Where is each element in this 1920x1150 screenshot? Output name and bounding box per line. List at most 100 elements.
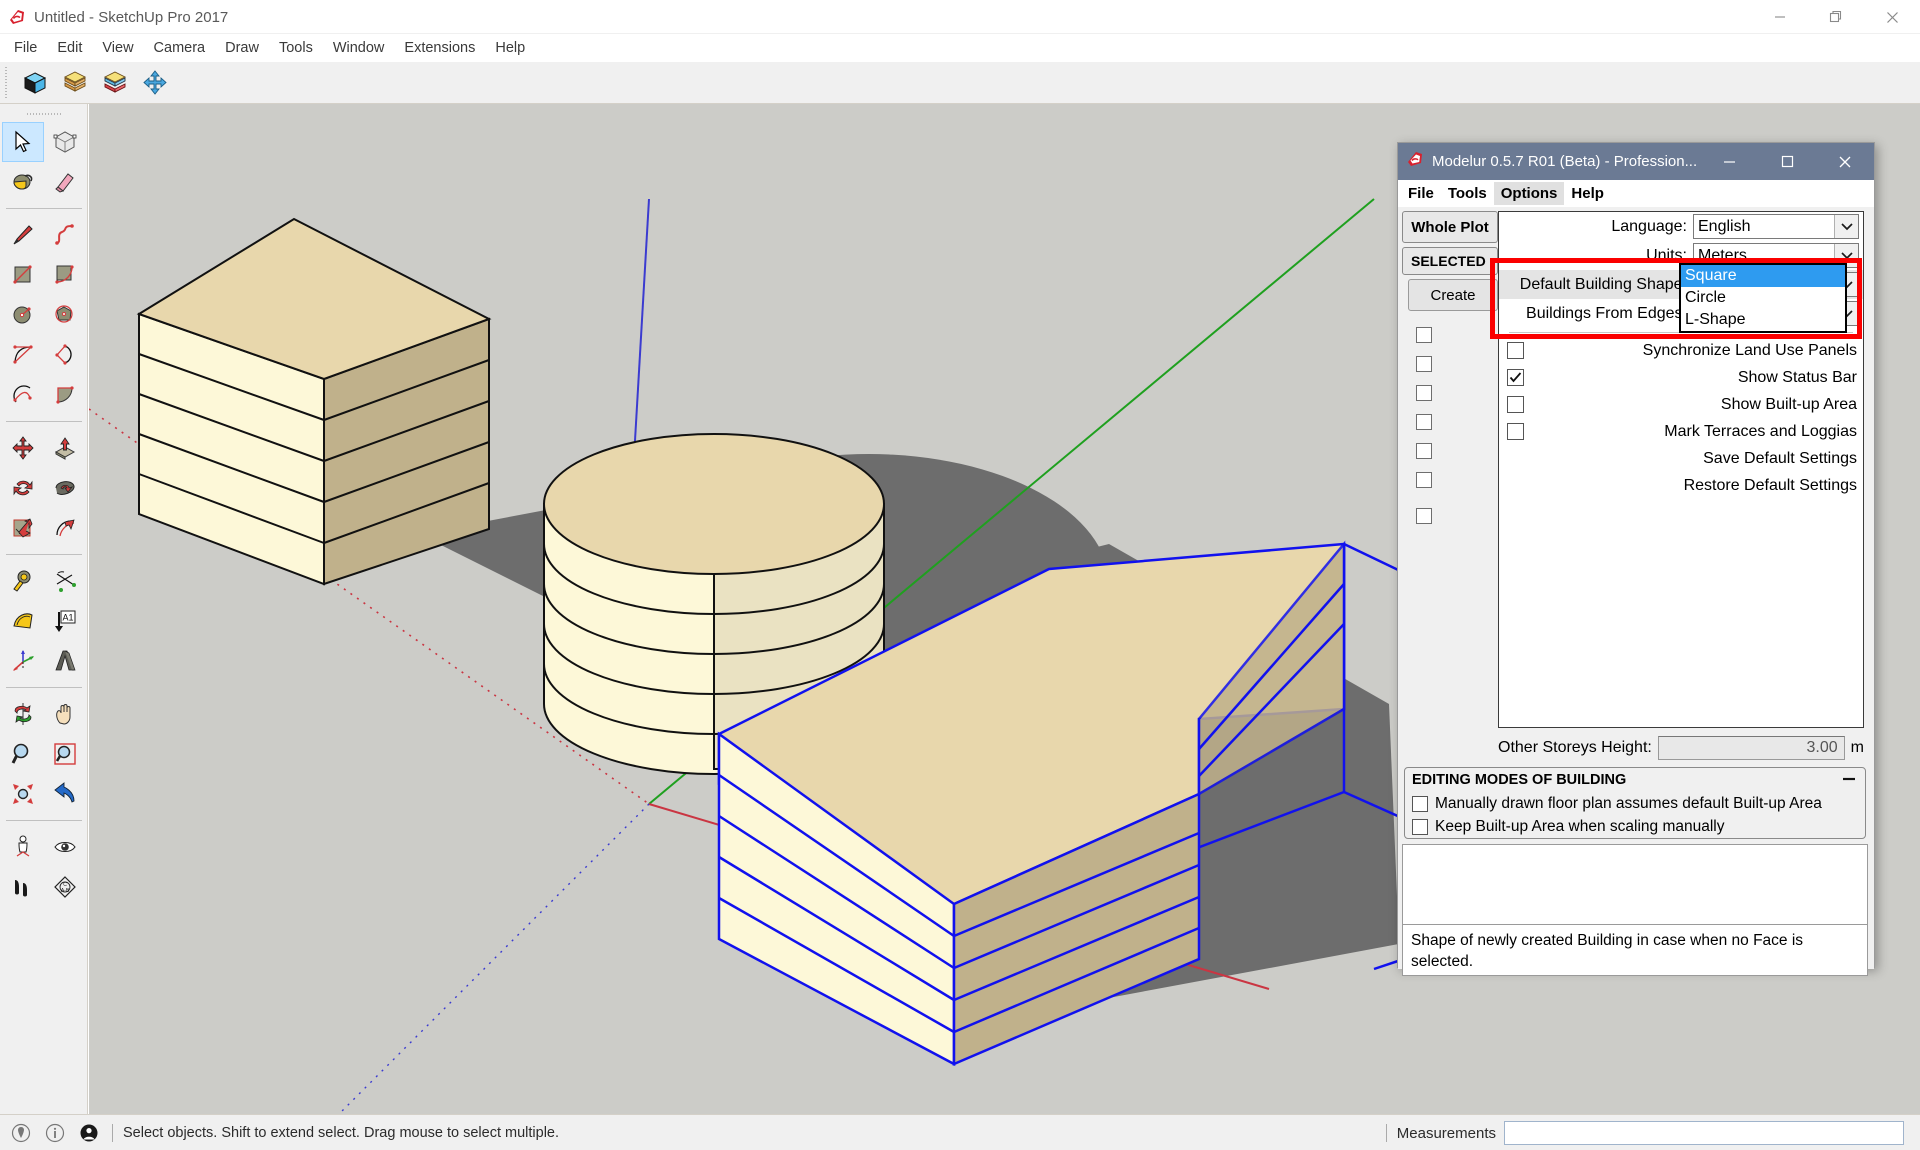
zoom-window-icon[interactable] xyxy=(44,734,86,774)
make-component-icon[interactable] xyxy=(44,122,86,162)
modelur-model-icon[interactable] xyxy=(15,65,55,101)
menu-help[interactable]: Help xyxy=(485,37,535,59)
zoom-extents-icon[interactable] xyxy=(2,774,44,814)
dimension-tool-icon[interactable] xyxy=(2,601,44,641)
tape-measure-icon[interactable] xyxy=(2,561,44,601)
scale-tool-icon[interactable] xyxy=(2,508,44,548)
keep-built-up-area-checkbox[interactable] xyxy=(1412,818,1428,835)
menu-file[interactable]: File xyxy=(4,37,47,59)
axes-tool-icon[interactable] xyxy=(2,641,44,681)
show-built-up-area-row[interactable]: Show Built-up Area xyxy=(1499,391,1863,418)
circle-tool-icon[interactable] xyxy=(2,295,44,335)
show-built-up-area-checkbox[interactable] xyxy=(1507,396,1524,413)
protractor-icon[interactable] xyxy=(44,561,86,601)
close-button[interactable] xyxy=(1864,0,1920,34)
menu-window[interactable]: Window xyxy=(323,37,395,59)
dropdown-option-circle[interactable]: Circle xyxy=(1681,287,1845,309)
rotated-rectangle-icon[interactable] xyxy=(44,255,86,295)
keep-built-up-area-row[interactable]: Keep Built-up Area when scaling manually xyxy=(1405,815,1865,838)
info-icon[interactable] xyxy=(42,1120,68,1146)
look-around-icon[interactable] xyxy=(44,827,86,867)
dropdown-option-square[interactable]: Square xyxy=(1681,265,1845,287)
synchronize-land-use-row[interactable]: Synchronize Land Use Panels xyxy=(1499,337,1863,364)
editing-modes-header[interactable]: EDITING MODES OF BUILDING xyxy=(1405,768,1865,792)
text-tool-icon[interactable]: A1 xyxy=(44,601,86,641)
dialog-menu-tools[interactable]: Tools xyxy=(1441,182,1494,205)
polygon-tool-icon[interactable] xyxy=(44,295,86,335)
modelur-land-use-icon[interactable] xyxy=(95,65,135,101)
measurements-input[interactable] xyxy=(1504,1121,1904,1145)
freehand-tool-icon[interactable] xyxy=(44,215,86,255)
hidden-checkbox-2[interactable] xyxy=(1416,356,1432,372)
rotate-tool-icon[interactable] xyxy=(2,468,44,508)
hidden-checkbox-6[interactable] xyxy=(1416,472,1432,488)
mark-terraces-row[interactable]: Mark Terraces and Loggias xyxy=(1499,418,1863,445)
dialog-maximize-button[interactable] xyxy=(1758,143,1816,180)
create-button[interactable]: Create xyxy=(1408,279,1498,311)
hidden-checkbox-4[interactable] xyxy=(1416,414,1432,430)
person-icon[interactable] xyxy=(76,1120,102,1146)
move-tool-icon[interactable] xyxy=(2,428,44,468)
menu-edit[interactable]: Edit xyxy=(47,37,92,59)
default-building-shape-dropdown-list[interactable]: Square Circle L-Shape xyxy=(1679,263,1847,333)
window-titlebar: Untitled - SketchUp Pro 2017 xyxy=(0,0,1920,34)
toolbar-grip[interactable] xyxy=(3,66,12,99)
pie-tool-icon[interactable] xyxy=(44,375,86,415)
minus-icon[interactable] xyxy=(1841,772,1857,788)
dialog-minimize-button[interactable] xyxy=(1700,143,1758,180)
menu-tools[interactable]: Tools xyxy=(269,37,323,59)
three-point-arc-icon[interactable] xyxy=(2,375,44,415)
position-camera-icon[interactable] xyxy=(2,827,44,867)
save-default-settings-item[interactable]: Save Default Settings xyxy=(1499,445,1863,472)
two-point-arc-icon[interactable] xyxy=(44,335,86,375)
paint-bucket-icon[interactable] xyxy=(2,162,44,202)
modelur-building-icon[interactable] xyxy=(55,65,95,101)
arc-tool-icon[interactable] xyxy=(2,335,44,375)
menu-camera[interactable]: Camera xyxy=(144,37,216,59)
line-tool-icon[interactable] xyxy=(2,215,44,255)
walk-tool-icon[interactable] xyxy=(2,867,44,907)
language-select[interactable]: English xyxy=(1693,214,1859,239)
eraser-icon[interactable] xyxy=(44,162,86,202)
manual-floorplan-row[interactable]: Manually drawn floor plan assumes defaul… xyxy=(1405,792,1865,815)
menu-view[interactable]: View xyxy=(92,37,143,59)
other-storeys-height-input[interactable]: 3.00 xyxy=(1657,736,1845,760)
mark-terraces-checkbox[interactable] xyxy=(1507,423,1524,440)
hidden-checkbox-5[interactable] xyxy=(1416,443,1432,459)
3d-text-tool-icon[interactable] xyxy=(44,641,86,681)
tab-whole-plot[interactable]: Whole Plot xyxy=(1402,211,1498,243)
location-icon[interactable] xyxy=(8,1120,34,1146)
modelur-move-icon[interactable] xyxy=(135,65,175,101)
chevron-down-icon[interactable] xyxy=(1834,215,1858,238)
hidden-checkbox-3[interactable] xyxy=(1416,385,1432,401)
section-plane-icon[interactable]: C A-B xyxy=(44,867,86,907)
menu-draw[interactable]: Draw xyxy=(215,37,269,59)
dialog-menu-options[interactable]: Options xyxy=(1493,182,1565,205)
dialog-menu-file[interactable]: File xyxy=(1401,182,1441,205)
select-tool-icon[interactable] xyxy=(1,122,44,162)
pan-tool-icon[interactable] xyxy=(44,694,86,734)
minimize-button[interactable] xyxy=(1752,0,1808,34)
hidden-checkbox-1[interactable] xyxy=(1416,327,1432,343)
push-pull-tool-icon[interactable] xyxy=(44,428,86,468)
rectangle-tool-icon[interactable] xyxy=(2,255,44,295)
left-toolbar-grip[interactable] xyxy=(26,110,61,118)
synchronize-land-use-checkbox[interactable] xyxy=(1507,342,1524,359)
tab-selected[interactable]: SELECTED xyxy=(1402,247,1498,275)
dialog-close-button[interactable] xyxy=(1816,143,1874,180)
previous-view-icon[interactable] xyxy=(44,774,86,814)
follow-me-tool-icon[interactable] xyxy=(44,468,86,508)
zoom-tool-icon[interactable] xyxy=(2,734,44,774)
menu-extensions[interactable]: Extensions xyxy=(394,37,485,59)
hidden-checkbox-7[interactable] xyxy=(1416,508,1432,524)
dialog-titlebar[interactable]: Modelur 0.5.7 R01 (Beta) - Profession... xyxy=(1398,143,1874,180)
manual-floorplan-checkbox[interactable] xyxy=(1412,795,1428,812)
show-status-bar-checkbox[interactable] xyxy=(1507,369,1524,386)
restore-default-settings-item[interactable]: Restore Default Settings xyxy=(1499,472,1863,499)
maximize-button[interactable] xyxy=(1808,0,1864,34)
show-status-bar-row[interactable]: Show Status Bar xyxy=(1499,364,1863,391)
offset-tool-icon[interactable] xyxy=(44,508,86,548)
dialog-menu-help[interactable]: Help xyxy=(1564,182,1611,205)
dropdown-option-l-shape[interactable]: L-Shape xyxy=(1681,309,1845,331)
orbit-tool-icon[interactable] xyxy=(2,694,44,734)
